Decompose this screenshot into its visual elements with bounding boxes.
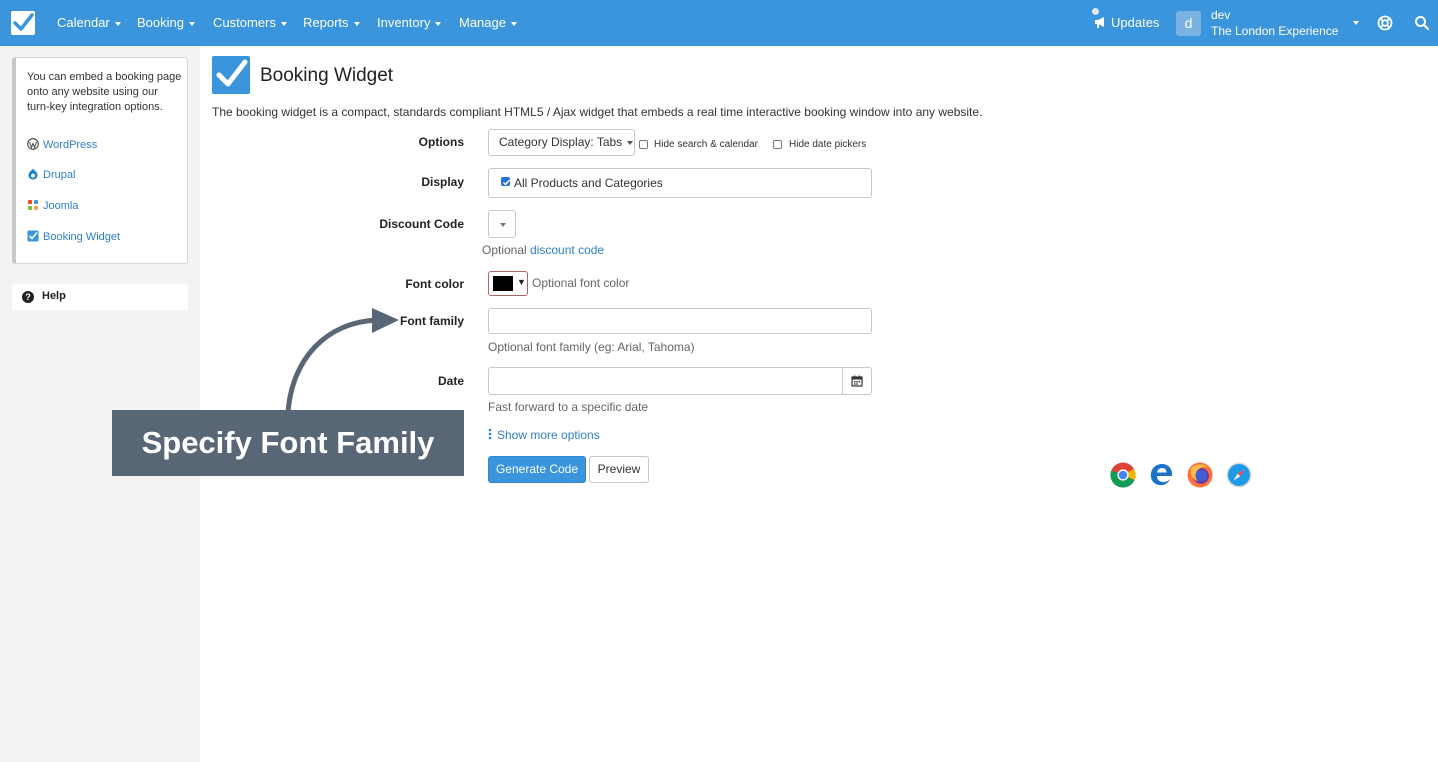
chevron-down-icon	[500, 223, 506, 227]
font-family-input[interactable]	[488, 308, 872, 334]
hide-search-label: Hide search & calendar	[654, 139, 758, 150]
sidebar-item-joomla[interactable]: Joomla	[27, 198, 78, 214]
megaphone-icon	[1095, 17, 1104, 28]
date-help: Fast forward to a specific date	[488, 400, 649, 414]
top-navbar: Calendar Booking Customers Reports Inven…	[0, 0, 1438, 46]
chevron-down-icon[interactable]	[1353, 21, 1359, 25]
chevron-down-icon	[510, 21, 517, 26]
calendar-icon	[851, 375, 863, 387]
chevron-down-icon	[435, 21, 442, 26]
joomla-icon	[28, 200, 38, 210]
page-description: The booking widget is a compact, standar…	[212, 105, 983, 119]
app-logo-icon[interactable]	[11, 11, 35, 35]
discount-code-label: Discount Code	[379, 217, 464, 231]
drupal-icon	[28, 168, 38, 180]
nav-manage-label: Manage	[459, 15, 506, 30]
chevron-down-icon	[114, 21, 121, 26]
sidebar-item-wordpress[interactable]: WordPress	[27, 137, 97, 153]
page-title: Booking Widget	[260, 65, 394, 86]
display-label: Display	[421, 175, 464, 189]
nav-booking-label: Booking	[137, 15, 184, 30]
nav-calendar-label: Calendar	[57, 15, 110, 30]
nav-inventory[interactable]: Inventory	[377, 0, 442, 46]
display-selector[interactable]: All Products and Categories	[488, 168, 872, 198]
discount-code-dropdown[interactable]	[488, 210, 516, 238]
generate-code-button[interactable]: Generate Code	[488, 456, 586, 483]
show-more-label: Show more options	[497, 428, 600, 442]
question-circle-icon: ?	[22, 291, 34, 303]
annotation-arrow	[285, 308, 399, 415]
annotation-callout: Specify Font Family	[112, 410, 464, 476]
hide-date-checkbox[interactable]	[773, 140, 782, 149]
nav-booking[interactable]: Booking	[137, 0, 195, 46]
sidebar-item-label: WordPress	[43, 139, 98, 151]
preview-button[interactable]: Preview	[589, 456, 649, 483]
sidebar-item-booking-widget[interactable]: Booking Widget	[27, 229, 120, 245]
sidebar-item-label: Booking Widget	[43, 231, 121, 243]
chrome-icon	[1110, 462, 1136, 488]
hide-search-checkbox[interactable]	[639, 140, 648, 149]
nav-manage[interactable]: Manage	[459, 0, 517, 46]
vertical-ellipsis-icon	[488, 428, 492, 440]
date-picker-button[interactable]	[842, 367, 872, 395]
user-name[interactable]: dev	[1211, 8, 1230, 22]
nav-customers[interactable]: Customers	[213, 0, 287, 46]
support-lifebuoy-icon[interactable]	[1377, 15, 1393, 31]
safari-icon	[1226, 462, 1252, 488]
integration-intro: You can embed a booking page onto any we…	[27, 71, 182, 113]
caret-down-icon: ▼	[517, 277, 526, 287]
nav-reports-label: Reports	[303, 15, 349, 30]
help-label: Help	[42, 290, 66, 302]
updates-button[interactable]: Updates	[1094, 0, 1159, 46]
chevron-down-icon	[280, 21, 287, 26]
all-products-checkbox[interactable]	[501, 177, 511, 186]
user-company[interactable]: The London Experience	[1211, 24, 1343, 38]
font-color-swatch	[493, 276, 513, 291]
updates-label: Updates	[1111, 15, 1160, 30]
font-color-label: Font color	[405, 277, 464, 291]
sidebar-item-label: Drupal	[43, 169, 76, 181]
show-more-options-link[interactable]: Show more options	[488, 428, 600, 442]
wordpress-icon	[27, 138, 39, 150]
date-input[interactable]	[488, 367, 843, 395]
font-color-picker[interactable]: ▼	[488, 271, 528, 296]
firefox-icon	[1187, 462, 1213, 488]
edge-icon	[1150, 464, 1172, 486]
category-display-dropdown[interactable]: Category Display: Tabs	[488, 129, 635, 156]
checkmark-icon	[502, 179, 511, 186]
nav-reports[interactable]: Reports	[303, 0, 360, 46]
font-color-help: Optional font color	[532, 276, 630, 290]
booking-widget-icon	[27, 230, 39, 242]
nav-customers-label: Customers	[213, 15, 276, 30]
chevron-down-icon	[188, 21, 195, 26]
discount-code-link[interactable]: discount code	[530, 243, 604, 257]
chevron-down-icon	[627, 140, 634, 145]
sidebar-item-drupal[interactable]: Drupal	[27, 167, 75, 183]
sidebar: You can embed a booking page onto any we…	[0, 46, 200, 762]
nav-calendar[interactable]: Calendar	[57, 0, 121, 46]
chevron-down-icon	[353, 21, 360, 26]
help-button[interactable]: ? Help	[12, 284, 188, 310]
category-display-value: Category Display: Tabs	[499, 135, 623, 149]
integration-panel: You can embed a booking page onto any we…	[12, 57, 188, 264]
font-family-help: Optional font family (eg: Arial, Tahoma)	[488, 340, 695, 354]
hide-date-label: Hide date pickers	[789, 139, 867, 150]
all-products-label: All Products and Categories	[514, 176, 663, 190]
sidebar-item-label: Joomla	[43, 200, 79, 212]
discount-code-help: Optional discount code	[482, 243, 604, 257]
options-label: Options	[418, 135, 464, 149]
booking-widget-icon	[212, 56, 250, 94]
nav-inventory-label: Inventory	[377, 15, 431, 30]
search-icon[interactable]	[1414, 15, 1430, 31]
discount-help-prefix: Optional	[482, 243, 527, 257]
avatar[interactable]: d	[1176, 11, 1201, 36]
